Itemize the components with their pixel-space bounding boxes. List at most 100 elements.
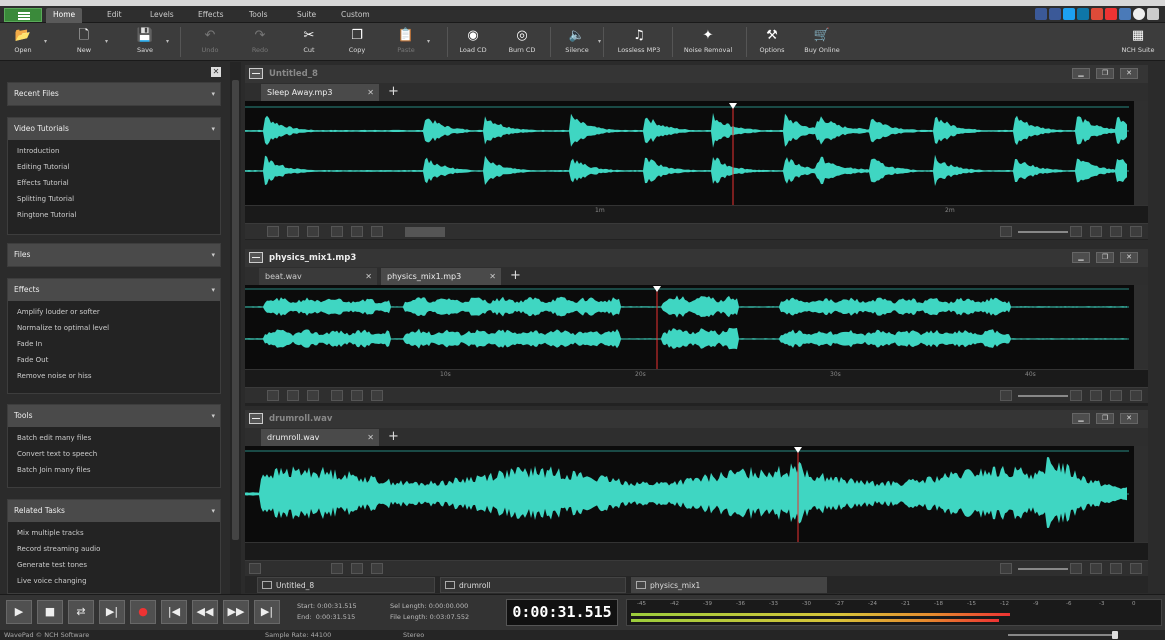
- zoom-full-icon[interactable]: [1130, 390, 1142, 401]
- zoom-slider[interactable]: [1008, 634, 1118, 636]
- sidebar-link[interactable]: Effects Tutorial: [17, 175, 220, 191]
- tools-header[interactable]: Tools: [8, 405, 220, 427]
- minimize-button[interactable]: ▁: [1072, 252, 1090, 263]
- go-to-end-button[interactable]: ▶|: [254, 600, 280, 624]
- chevron-down-icon[interactable]: ▾: [105, 38, 108, 45]
- sidebar-link[interactable]: Editing Tutorial: [17, 159, 220, 175]
- sidebar-link[interactable]: Amplify louder or softer: [17, 304, 220, 320]
- close-button[interactable]: ✕: [1120, 413, 1138, 424]
- zoom-fit-icon[interactable]: [1110, 390, 1122, 401]
- chevron-down-icon[interactable]: ▾: [427, 38, 430, 45]
- rewind-button[interactable]: ◀◀: [192, 600, 218, 624]
- zoom-fit-icon[interactable]: [1110, 226, 1122, 237]
- tool-icon[interactable]: [331, 563, 343, 574]
- tool-icon[interactable]: [331, 226, 343, 237]
- related-tasks-header[interactable]: Related Tasks: [8, 500, 220, 522]
- tab-tools[interactable]: Tools: [242, 8, 274, 23]
- youtube-icon[interactable]: [1105, 8, 1117, 20]
- tab-custom[interactable]: Custom: [334, 8, 377, 23]
- vertical-scrollbar[interactable]: [1134, 446, 1148, 542]
- close-icon[interactable]: ✕: [365, 268, 372, 285]
- lossless-mp3-button[interactable]: ♫ Lossless MP3: [612, 26, 666, 58]
- tool-icon[interactable]: [371, 390, 383, 401]
- close-button[interactable]: ✕: [1120, 68, 1138, 79]
- document-tab[interactable]: Untitled_8: [257, 577, 435, 593]
- fast-forward-button[interactable]: ▶▶: [223, 600, 249, 624]
- minimize-button[interactable]: ▁: [1072, 413, 1090, 424]
- zoom-slider-handle[interactable]: [1112, 631, 1118, 639]
- settings-icon[interactable]: [1147, 8, 1159, 20]
- playhead-marker-icon[interactable]: [794, 447, 802, 453]
- open-button[interactable]: 📂 Open ▾: [3, 26, 47, 58]
- cut-button[interactable]: ✂ Cut: [289, 26, 329, 58]
- undo-button[interactable]: ↶ Undo: [190, 26, 230, 58]
- tool-icon[interactable]: [351, 390, 363, 401]
- loop-button[interactable]: ⇄: [68, 600, 94, 624]
- close-icon[interactable]: ✕: [211, 67, 221, 77]
- document-tab[interactable]: drumroll: [440, 577, 626, 593]
- play-from-cursor-button[interactable]: ▶|: [99, 600, 125, 624]
- zoom-out-icon[interactable]: [1000, 390, 1012, 401]
- tab-suite[interactable]: Suite: [290, 8, 323, 23]
- zoom-full-icon[interactable]: [1130, 226, 1142, 237]
- pencil-icon[interactable]: [249, 563, 261, 574]
- tool-icon[interactable]: [351, 226, 363, 237]
- waveform-display[interactable]: [245, 446, 1148, 542]
- tool-icon[interactable]: [267, 390, 279, 401]
- video-tutorials-header[interactable]: Video Tutorials: [8, 118, 220, 140]
- scrollbar-thumb[interactable]: [232, 80, 239, 540]
- nch-suite-button[interactable]: ▦ NCH Suite: [1118, 26, 1158, 58]
- like-icon[interactable]: [1035, 8, 1047, 20]
- zoom-slider[interactable]: [1018, 568, 1068, 570]
- zoom-in-icon[interactable]: [1070, 390, 1082, 401]
- file-tab[interactable]: physics_mix1.mp3 ✕: [381, 268, 501, 285]
- tab-levels[interactable]: Levels: [143, 8, 181, 23]
- time-ruler[interactable]: 10s 20s 30s 40s: [245, 369, 1148, 387]
- stop-button[interactable]: ■: [37, 600, 63, 624]
- file-tab[interactable]: Sleep Away.mp3 ✕: [261, 84, 379, 101]
- recent-files-header[interactable]: Recent Files: [8, 83, 220, 105]
- close-icon[interactable]: ✕: [489, 268, 496, 285]
- email-icon[interactable]: [1119, 8, 1131, 20]
- main-menu-button[interactable]: [4, 8, 42, 22]
- horizontal-scrollbar[interactable]: [405, 227, 445, 237]
- restore-button[interactable]: ❐: [1096, 68, 1114, 79]
- sidebar-link[interactable]: Generate test tones: [17, 557, 220, 573]
- chevron-down-icon[interactable]: ▾: [44, 38, 47, 45]
- noise-removal-button[interactable]: ✦ Noise Removal: [678, 26, 738, 58]
- zoom-slider[interactable]: [1018, 231, 1068, 233]
- options-button[interactable]: ⚒ Options: [752, 26, 792, 58]
- redo-button[interactable]: ↷ Redo: [240, 26, 280, 58]
- tool-icon[interactable]: [307, 226, 319, 237]
- restore-button[interactable]: ❐: [1096, 252, 1114, 263]
- tab-edit[interactable]: Edit: [100, 8, 129, 23]
- paste-button[interactable]: 📋 Paste ▾: [386, 26, 430, 58]
- tool-icon[interactable]: [371, 226, 383, 237]
- google-plus-icon[interactable]: [1091, 8, 1103, 20]
- close-icon[interactable]: ✕: [367, 84, 374, 101]
- zoom-out-icon[interactable]: [1000, 226, 1012, 237]
- zoom-selection-icon[interactable]: [1090, 226, 1102, 237]
- tool-icon[interactable]: [331, 390, 343, 401]
- chevron-down-icon[interactable]: ▾: [598, 38, 601, 45]
- tool-icon[interactable]: [287, 226, 299, 237]
- burn-cd-button[interactable]: ◎ Burn CD: [502, 26, 542, 58]
- vertical-scrollbar[interactable]: [1134, 285, 1148, 369]
- tool-icon[interactable]: [287, 390, 299, 401]
- sidebar-link[interactable]: Normalize to optimal level: [17, 320, 220, 336]
- playhead-marker-icon[interactable]: [729, 103, 737, 109]
- chevron-down-icon[interactable]: ▾: [166, 38, 169, 45]
- sidebar-link[interactable]: Introduction: [17, 143, 220, 159]
- zoom-selection-icon[interactable]: [1090, 390, 1102, 401]
- files-header[interactable]: Files: [8, 244, 220, 266]
- sidebar-link[interactable]: Batch edit many files: [17, 430, 220, 446]
- new-button[interactable]: 🗋 New ▾: [64, 26, 108, 58]
- silence-button[interactable]: 🔈 Silence ▾: [557, 26, 601, 58]
- sidebar-link[interactable]: Splitting Tutorial: [17, 191, 220, 207]
- sidebar-link[interactable]: Convert text to speech: [17, 446, 220, 462]
- tool-icon[interactable]: [267, 226, 279, 237]
- add-tab-icon[interactable]: +: [388, 83, 399, 100]
- close-icon[interactable]: ✕: [367, 429, 374, 446]
- zoom-out-icon[interactable]: [1000, 563, 1012, 574]
- zoom-full-icon[interactable]: [1130, 563, 1142, 574]
